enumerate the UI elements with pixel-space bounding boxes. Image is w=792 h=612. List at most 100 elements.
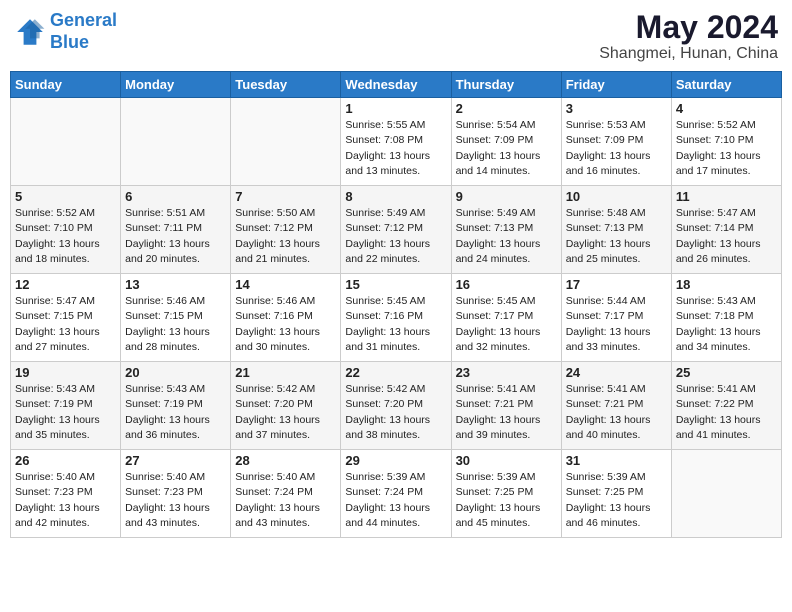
day-info: Sunrise: 5:42 AMSunset: 7:20 PMDaylight:… — [345, 382, 446, 443]
day-info: Sunrise: 5:45 AMSunset: 7:16 PMDaylight:… — [345, 294, 446, 355]
day-info: Sunrise: 5:40 AMSunset: 7:23 PMDaylight:… — [125, 470, 226, 531]
weekday-header-sunday: Sunday — [11, 72, 121, 98]
calendar-cell: 11 Sunrise: 5:47 AMSunset: 7:14 PMDayligh… — [671, 186, 781, 274]
day-info: Sunrise: 5:49 AMSunset: 7:12 PMDaylight:… — [345, 206, 446, 267]
calendar-cell: 29 Sunrise: 5:39 AMSunset: 7:24 PMDayligh… — [341, 450, 451, 538]
calendar-table: SundayMondayTuesdayWednesdayThursdayFrid… — [10, 71, 782, 538]
day-info: Sunrise: 5:41 AMSunset: 7:22 PMDaylight:… — [676, 382, 777, 443]
day-info: Sunrise: 5:46 AMSunset: 7:16 PMDaylight:… — [235, 294, 336, 355]
day-number: 22 — [345, 365, 446, 380]
day-info: Sunrise: 5:41 AMSunset: 7:21 PMDaylight:… — [456, 382, 557, 443]
week-row-4: 19 Sunrise: 5:43 AMSunset: 7:19 PMDayligh… — [11, 362, 782, 450]
calendar-cell — [121, 98, 231, 186]
day-number: 14 — [235, 277, 336, 292]
day-info: Sunrise: 5:47 AMSunset: 7:14 PMDaylight:… — [676, 206, 777, 267]
calendar-cell — [11, 98, 121, 186]
day-info: Sunrise: 5:52 AMSunset: 7:10 PMDaylight:… — [15, 206, 116, 267]
day-number: 30 — [456, 453, 557, 468]
day-number: 12 — [15, 277, 116, 292]
calendar-cell: 18 Sunrise: 5:43 AMSunset: 7:18 PMDayligh… — [671, 274, 781, 362]
day-number: 16 — [456, 277, 557, 292]
day-info: Sunrise: 5:39 AMSunset: 7:24 PMDaylight:… — [345, 470, 446, 531]
day-number: 6 — [125, 189, 226, 204]
day-info: Sunrise: 5:42 AMSunset: 7:20 PMDaylight:… — [235, 382, 336, 443]
day-number: 26 — [15, 453, 116, 468]
location-title: Shangmei, Hunan, China — [599, 45, 778, 63]
day-number: 10 — [566, 189, 667, 204]
day-number: 17 — [566, 277, 667, 292]
calendar-cell: 30 Sunrise: 5:39 AMSunset: 7:25 PMDayligh… — [451, 450, 561, 538]
day-info: Sunrise: 5:47 AMSunset: 7:15 PMDaylight:… — [15, 294, 116, 355]
day-info: Sunrise: 5:48 AMSunset: 7:13 PMDaylight:… — [566, 206, 667, 267]
calendar-cell: 6Sunrise: 5:51 AMSunset: 7:11 PMDaylight… — [121, 186, 231, 274]
day-info: Sunrise: 5:53 AMSunset: 7:09 PMDaylight:… — [566, 118, 667, 179]
day-number: 11 — [676, 189, 777, 204]
calendar-cell: 7 Sunrise: 5:50 AMSunset: 7:12 PMDaylight… — [231, 186, 341, 274]
day-number: 15 — [345, 277, 446, 292]
calendar-cell: 2Sunrise: 5:54 AMSunset: 7:09 PMDaylight… — [451, 98, 561, 186]
logo-line1: General — [50, 10, 117, 30]
day-number: 21 — [235, 365, 336, 380]
week-row-1: 1Sunrise: 5:55 AMSunset: 7:08 PMDaylight… — [11, 98, 782, 186]
day-info: Sunrise: 5:52 AMSunset: 7:10 PMDaylight:… — [676, 118, 777, 179]
day-number: 24 — [566, 365, 667, 380]
day-number: 28 — [235, 453, 336, 468]
day-info: Sunrise: 5:43 AMSunset: 7:19 PMDaylight:… — [125, 382, 226, 443]
logo-icon — [14, 16, 46, 48]
weekday-header-tuesday: Tuesday — [231, 72, 341, 98]
day-number: 20 — [125, 365, 226, 380]
calendar-cell: 3 Sunrise: 5:53 AMSunset: 7:09 PMDaylight… — [561, 98, 671, 186]
day-info: Sunrise: 5:39 AMSunset: 7:25 PMDaylight:… — [456, 470, 557, 531]
day-number: 29 — [345, 453, 446, 468]
calendar-cell: 15 Sunrise: 5:45 AMSunset: 7:16 PMDayligh… — [341, 274, 451, 362]
weekday-header-wednesday: Wednesday — [341, 72, 451, 98]
calendar-cell: 5 Sunrise: 5:52 AMSunset: 7:10 PMDaylight… — [11, 186, 121, 274]
month-title: May 2024 — [599, 10, 778, 45]
calendar-cell: 9Sunrise: 5:49 AMSunset: 7:13 PMDaylight… — [451, 186, 561, 274]
day-info: Sunrise: 5:43 AMSunset: 7:18 PMDaylight:… — [676, 294, 777, 355]
day-number: 18 — [676, 277, 777, 292]
calendar-cell: 27Sunrise: 5:40 AMSunset: 7:23 PMDayligh… — [121, 450, 231, 538]
calendar-cell: 26 Sunrise: 5:40 AMSunset: 7:23 PMDayligh… — [11, 450, 121, 538]
day-info: Sunrise: 5:45 AMSunset: 7:17 PMDaylight:… — [456, 294, 557, 355]
day-number: 2 — [456, 101, 557, 116]
week-row-2: 5 Sunrise: 5:52 AMSunset: 7:10 PMDaylight… — [11, 186, 782, 274]
calendar-cell: 19Sunrise: 5:43 AMSunset: 7:19 PMDayligh… — [11, 362, 121, 450]
week-row-5: 26 Sunrise: 5:40 AMSunset: 7:23 PMDayligh… — [11, 450, 782, 538]
day-number: 3 — [566, 101, 667, 116]
day-info: Sunrise: 5:40 AMSunset: 7:23 PMDaylight:… — [15, 470, 116, 531]
day-number: 7 — [235, 189, 336, 204]
weekday-header-monday: Monday — [121, 72, 231, 98]
day-info: Sunrise: 5:41 AMSunset: 7:21 PMDaylight:… — [566, 382, 667, 443]
calendar-cell: 12 Sunrise: 5:47 AMSunset: 7:15 PMDayligh… — [11, 274, 121, 362]
calendar-cell: 20 Sunrise: 5:43 AMSunset: 7:19 PMDayligh… — [121, 362, 231, 450]
logo-line2: Blue — [50, 32, 89, 52]
day-info: Sunrise: 5:39 AMSunset: 7:25 PMDaylight:… — [566, 470, 667, 531]
calendar-cell: 31 Sunrise: 5:39 AMSunset: 7:25 PMDayligh… — [561, 450, 671, 538]
calendar-cell: 16 Sunrise: 5:45 AMSunset: 7:17 PMDayligh… — [451, 274, 561, 362]
calendar-cell: 25 Sunrise: 5:41 AMSunset: 7:22 PMDayligh… — [671, 362, 781, 450]
weekday-header-saturday: Saturday — [671, 72, 781, 98]
title-block: May 2024 Shangmei, Hunan, China — [599, 10, 778, 63]
day-number: 8 — [345, 189, 446, 204]
day-number: 25 — [676, 365, 777, 380]
calendar-cell — [231, 98, 341, 186]
calendar-cell: 17Sunrise: 5:44 AMSunset: 7:17 PMDayligh… — [561, 274, 671, 362]
day-info: Sunrise: 5:40 AMSunset: 7:24 PMDaylight:… — [235, 470, 336, 531]
logo-text: General Blue — [50, 10, 117, 53]
week-row-3: 12 Sunrise: 5:47 AMSunset: 7:15 PMDayligh… — [11, 274, 782, 362]
day-info: Sunrise: 5:50 AMSunset: 7:12 PMDaylight:… — [235, 206, 336, 267]
page-header: General Blue May 2024 Shangmei, Hunan, C… — [10, 10, 782, 63]
calendar-cell: 21 Sunrise: 5:42 AMSunset: 7:20 PMDayligh… — [231, 362, 341, 450]
weekday-header-friday: Friday — [561, 72, 671, 98]
day-number: 31 — [566, 453, 667, 468]
day-number: 5 — [15, 189, 116, 204]
day-info: Sunrise: 5:55 AMSunset: 7:08 PMDaylight:… — [345, 118, 446, 179]
calendar-cell: 1Sunrise: 5:55 AMSunset: 7:08 PMDaylight… — [341, 98, 451, 186]
calendar-cell: 10 Sunrise: 5:48 AMSunset: 7:13 PMDayligh… — [561, 186, 671, 274]
day-number: 23 — [456, 365, 557, 380]
calendar-cell: 24 Sunrise: 5:41 AMSunset: 7:21 PMDayligh… — [561, 362, 671, 450]
day-info: Sunrise: 5:49 AMSunset: 7:13 PMDaylight:… — [456, 206, 557, 267]
day-number: 19 — [15, 365, 116, 380]
calendar-cell: 8 Sunrise: 5:49 AMSunset: 7:12 PMDaylight… — [341, 186, 451, 274]
